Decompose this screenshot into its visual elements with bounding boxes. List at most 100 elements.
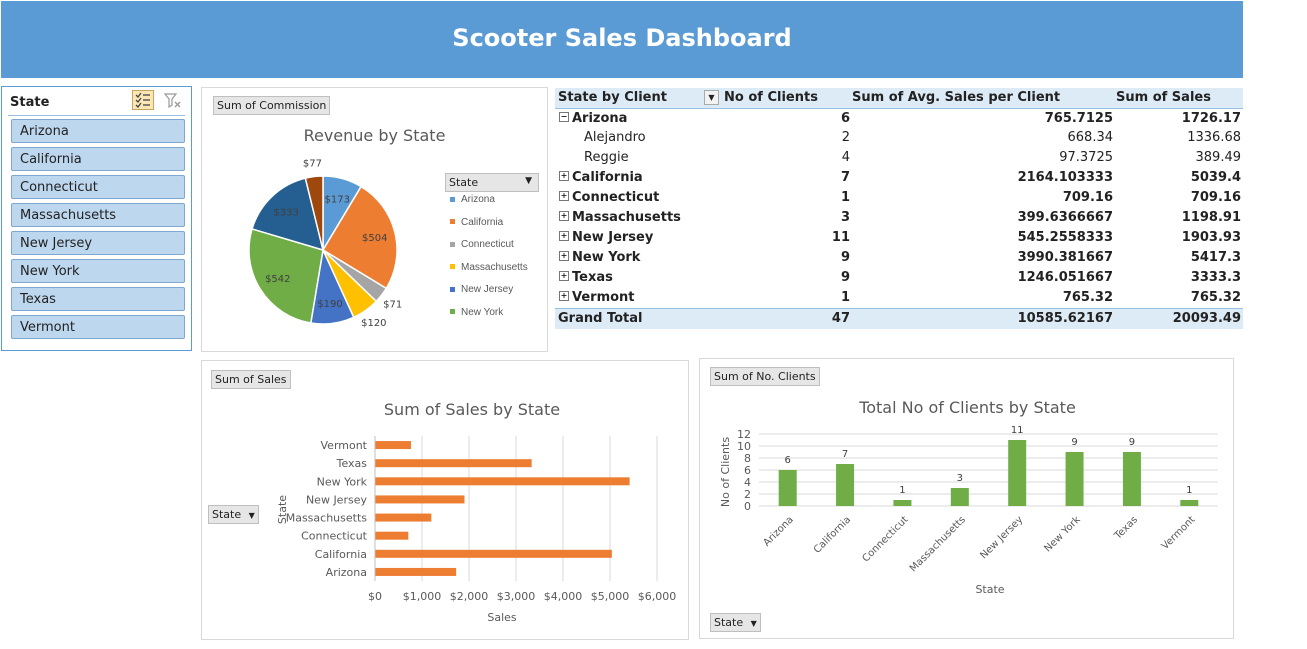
bar-new-jersey[interactable] (375, 495, 465, 504)
bar-texas[interactable] (375, 459, 532, 468)
pivot-cell-sales: 1903.93 (1181, 230, 1241, 245)
pie-legend-state-button[interactable]: State ▼ (445, 173, 539, 192)
legend-item[interactable]: Massachusetts (450, 262, 528, 273)
pivot-cell-sales: 389.49 (1195, 150, 1242, 165)
pivot-row: + Vermont 1 765.32 765.32 (555, 288, 1243, 308)
bar-arizona[interactable] (375, 567, 457, 576)
bar-new-york[interactable] (375, 477, 630, 486)
slicer-item[interactable]: Massachusetts (11, 203, 185, 227)
pivot-cell-sales: 1336.68 (1187, 130, 1241, 145)
y-tick-label: 6 (744, 464, 751, 477)
pie-chart-panel: Sum of Commission Revenue by State $173 $… (201, 87, 548, 352)
pivot-row: + New Jersey 11 545.2558333 1903.93 (555, 228, 1243, 248)
multi-select-icon[interactable] (132, 90, 154, 110)
column-massachusetts[interactable] (950, 488, 969, 506)
pivot-row-label-text: New Jersey (572, 230, 654, 245)
x-tick-label: $3,000 (497, 590, 536, 603)
pivot-cell-clients: 7 (840, 170, 850, 185)
pivot-row: + California 7 2164.103333 5039.4 (555, 168, 1243, 188)
pivot-row-label: + New Jersey (559, 230, 653, 245)
column-california[interactable] (836, 464, 855, 506)
slicer-divider (8, 115, 185, 116)
pivot-cell-avg-sales: 97.3725 (1059, 150, 1113, 165)
x-tick-label: New Jersey (978, 514, 1025, 561)
x-axis-title: State (975, 583, 1004, 596)
pivot-row-label: + Texas (559, 270, 613, 285)
pivot-cell-clients: 6 (840, 111, 850, 126)
slicer-item[interactable]: Vermont (11, 315, 185, 339)
legend-label: New Jersey (461, 284, 514, 295)
pivot-header-clients[interactable]: No of Clients (724, 90, 818, 105)
pivot-row-label: Reggie (584, 150, 629, 165)
bar-massachusetts[interactable] (375, 513, 432, 522)
y-tick-label: California (315, 548, 367, 561)
bar-california[interactable] (375, 549, 612, 558)
slicer-item[interactable]: Texas (11, 287, 185, 311)
pie-data-label: $333 (274, 207, 299, 218)
column-texas[interactable] (1122, 452, 1141, 506)
slicer-item[interactable]: California (11, 147, 185, 171)
column-new-jersey[interactable] (1008, 440, 1027, 506)
y-tick-label: Vermont (321, 439, 368, 452)
slicer-item[interactable]: New York (11, 259, 185, 283)
pivot-total-sales: 20093.49 (1172, 311, 1241, 326)
expand-icon[interactable]: + (559, 230, 569, 241)
pivot-cell-sales: 3333.3 (1190, 270, 1241, 285)
slicer-item[interactable]: New Jersey (11, 231, 185, 255)
pie-data-label: $542 (265, 274, 290, 285)
legend-item[interactable]: Arizona (450, 194, 495, 205)
pivot-header-row-label[interactable]: State by Client (558, 90, 667, 105)
x-tick-label: Connecticut (860, 514, 910, 564)
y-tick-label: 4 (744, 476, 751, 489)
y-tick-label: Connecticut (301, 530, 368, 543)
column-data-label: 1 (899, 485, 905, 496)
pivot-table: State by Client ▼ No of Clients Sum of Avg.… (555, 88, 1243, 330)
bar-connecticut[interactable] (375, 531, 409, 540)
x-tick-label: $0 (368, 590, 382, 603)
legend-item[interactable]: New Jersey (450, 284, 513, 295)
y-axis-title: No of Clients (719, 437, 732, 507)
clear-filter-icon[interactable] (163, 93, 182, 109)
pivot-row-label: + Connecticut (559, 190, 659, 205)
x-tick-label: $4,000 (544, 590, 583, 603)
x-tick-label: $1,000 (403, 590, 442, 603)
legend-item[interactable]: California (450, 217, 503, 228)
pivot-row-label-text: California (572, 170, 643, 185)
column-connecticut[interactable] (893, 500, 912, 506)
row-labels-dropdown-icon[interactable]: ▼ (704, 90, 719, 105)
legend-item[interactable]: Connecticut (450, 239, 514, 250)
pivot-header-avg-sales[interactable]: Sum of Avg. Sales per Client (852, 90, 1060, 105)
pivot-grand-total-row: Grand Total 47 10585.62167 20093.49 (555, 308, 1243, 329)
legend-swatch (450, 286, 455, 292)
pivot-cell-clients: 3 (840, 210, 850, 225)
bar-vermont[interactable] (375, 441, 411, 450)
column-data-label: 9 (1071, 437, 1077, 448)
x-tick-label: $5,000 (591, 590, 630, 603)
collapse-icon[interactable]: − (559, 111, 569, 122)
pivot-cell-avg-sales: 765.32 (1062, 290, 1113, 305)
column-vermont[interactable] (1180, 500, 1199, 506)
pivot-row-label: + California (559, 170, 643, 185)
pivot-cell-avg-sales: 709.16 (1062, 190, 1113, 205)
expand-icon[interactable]: + (559, 250, 569, 261)
expand-icon[interactable]: + (559, 190, 569, 201)
y-tick-label: Arizona (326, 566, 367, 579)
y-tick-label: 12 (737, 428, 751, 441)
pivot-cell-clients: 1 (840, 190, 850, 205)
expand-icon[interactable]: + (559, 170, 569, 181)
legend-item[interactable]: New York (450, 307, 503, 318)
column-arizona[interactable] (778, 470, 797, 506)
y-tick-label: 2 (744, 488, 751, 501)
clients-column-chart-panel: Sum of No. Clients Total No of Clients b… (699, 358, 1234, 639)
expand-icon[interactable]: + (559, 290, 569, 301)
pivot-header-sales[interactable]: Sum of Sales (1116, 90, 1211, 105)
expand-icon[interactable]: + (559, 210, 569, 221)
slicer-title: State (10, 95, 50, 110)
pivot-total-label: Grand Total (558, 311, 643, 326)
y-tick-label: Texas (336, 457, 368, 470)
slicer-item[interactable]: Connecticut (11, 175, 185, 199)
column-new-york[interactable] (1065, 452, 1084, 506)
expand-icon[interactable]: + (559, 270, 569, 281)
slicer-item[interactable]: Arizona (11, 119, 185, 143)
clients-column-chart: 0246810126Arizona7California1Connecticut… (719, 425, 1218, 596)
